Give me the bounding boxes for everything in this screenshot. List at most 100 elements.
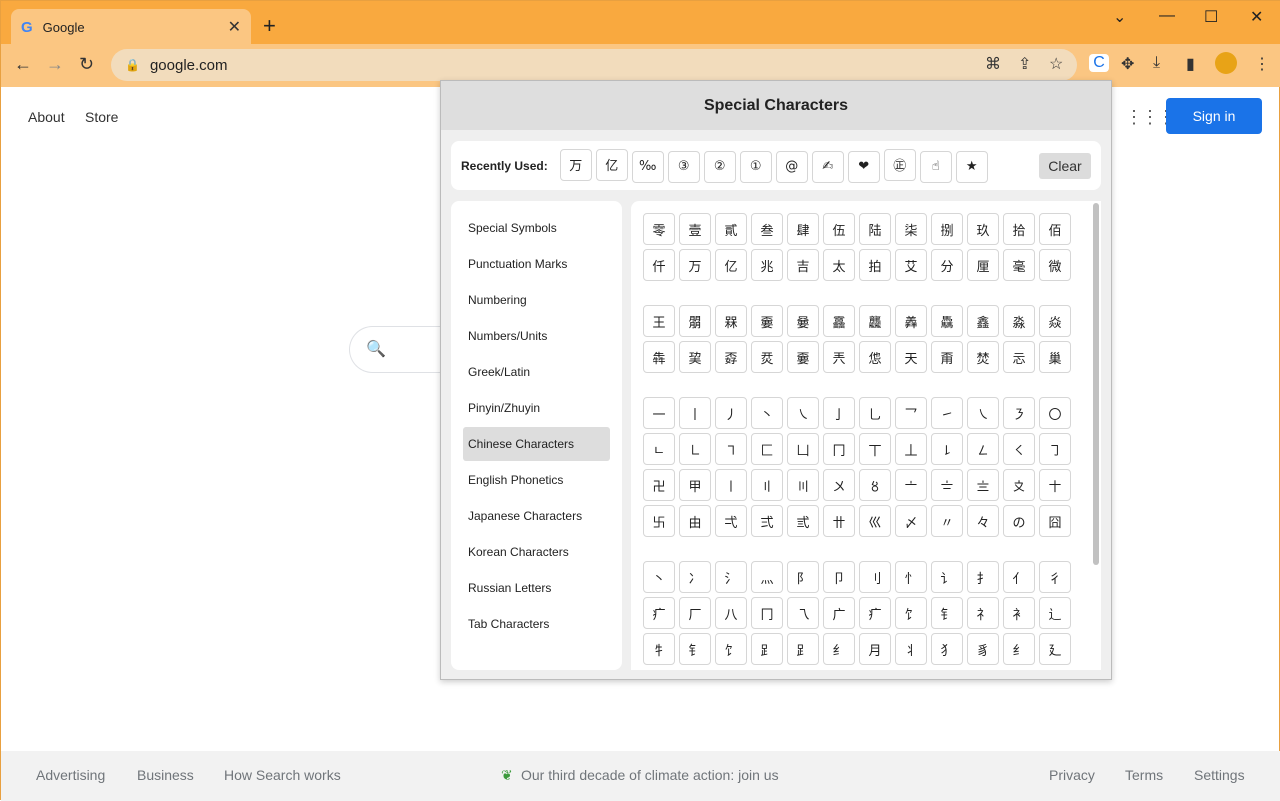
new-tab-button[interactable]: + xyxy=(263,13,276,39)
menu-item[interactable]: Pinyin/Zhuyin xyxy=(463,391,610,425)
char-button[interactable]: 由 xyxy=(679,505,711,537)
char-button[interactable]: 嫑 xyxy=(787,341,819,373)
char-button[interactable]: 广 xyxy=(823,597,855,629)
char-button[interactable]: 疒 xyxy=(643,597,675,629)
star-icon[interactable]: ☆ xyxy=(1049,54,1063,74)
char-button[interactable]: 陆 xyxy=(859,213,891,245)
char-button[interactable]: 八 xyxy=(715,597,747,629)
char-button[interactable]: 礻 xyxy=(967,597,999,629)
char-button[interactable]: 〩 xyxy=(1003,469,1035,501)
char-button[interactable]: 纟 xyxy=(1003,633,1035,665)
recent-char-button[interactable]: ☝ xyxy=(919,150,952,183)
char-button[interactable]: 万 xyxy=(679,249,711,281)
char-button[interactable]: 匚 xyxy=(751,433,783,465)
char-button[interactable]: 纟 xyxy=(823,633,855,665)
menu-icon[interactable]: ⋮ xyxy=(1254,54,1270,74)
char-button[interactable]: 天 xyxy=(895,341,927,373)
maximize-button[interactable]: ☐ xyxy=(1204,7,1218,27)
menu-item[interactable]: Special Symbols xyxy=(463,211,610,245)
char-button[interactable]: 刂 xyxy=(859,561,891,593)
close-tab-icon[interactable]: ✕ xyxy=(228,17,241,37)
char-button[interactable]: ㇋ xyxy=(1003,397,1035,429)
download-icon[interactable]: ⤓ xyxy=(1153,54,1160,72)
char-button[interactable]: 氵 xyxy=(715,561,747,593)
char-button[interactable]: ㇏ xyxy=(967,397,999,429)
char-button[interactable]: ㇏ xyxy=(787,397,819,429)
menu-item[interactable]: Punctuation Marks xyxy=(463,247,610,281)
char-button[interactable]: 〨 xyxy=(967,469,999,501)
char-button[interactable]: 甲 xyxy=(679,469,711,501)
char-button[interactable]: 〢 xyxy=(751,469,783,501)
char-button[interactable]: 嘦 xyxy=(787,305,819,337)
char-button[interactable]: 衤 xyxy=(1003,597,1035,629)
char-button[interactable]: 怹 xyxy=(859,341,891,373)
char-button[interactable]: 分 xyxy=(931,249,963,281)
char-button[interactable]: 丅 xyxy=(859,433,891,465)
char-button[interactable]: 讠 xyxy=(931,561,963,593)
char-button[interactable]: 微 xyxy=(1039,249,1071,281)
about-link[interactable]: About xyxy=(28,109,65,125)
char-button[interactable]: 钅 xyxy=(679,633,711,665)
address-bar[interactable]: 🔒 google.com xyxy=(111,49,1077,81)
char-button[interactable]: 王 xyxy=(643,305,675,337)
char-button[interactable]: 乚 xyxy=(859,397,891,429)
char-button[interactable]: 肆 xyxy=(787,213,819,245)
char-button[interactable]: 兆 xyxy=(751,249,783,281)
char-button[interactable]: 丨 xyxy=(679,397,711,429)
char-button[interactable]: 拍 xyxy=(859,249,891,281)
char-button[interactable]: 焱 xyxy=(1039,305,1071,337)
char-button[interactable]: 仟 xyxy=(643,249,675,281)
menu-item[interactable]: Tab Characters xyxy=(463,607,610,641)
char-button[interactable]: 柒 xyxy=(895,213,927,245)
char-button[interactable]: 零 xyxy=(643,213,675,245)
char-button[interactable]: 冂 xyxy=(823,433,855,465)
char-button[interactable]: 卍 xyxy=(643,469,675,501)
char-button[interactable]: 亅 xyxy=(823,397,855,429)
profile-avatar[interactable] xyxy=(1215,52,1237,74)
char-button[interactable]: 驫 xyxy=(931,305,963,337)
recent-char-button[interactable]: ② xyxy=(703,150,736,183)
char-button[interactable]: 羴 xyxy=(895,305,927,337)
char-button[interactable]: 亻 xyxy=(1003,561,1035,593)
char-button[interactable]: 月 xyxy=(859,633,891,665)
recent-char-button[interactable]: ★ xyxy=(955,150,988,183)
char-button[interactable]: 饣 xyxy=(895,597,927,629)
how-search-works-link[interactable]: How Search works xyxy=(224,767,341,783)
char-button[interactable]: 〣 xyxy=(787,469,819,501)
char-button[interactable]: 叁 xyxy=(751,213,783,245)
char-button[interactable]: 彳 xyxy=(1039,561,1071,593)
char-button[interactable]: 鑫 xyxy=(967,305,999,337)
char-button[interactable]: 扌 xyxy=(967,561,999,593)
menu-item[interactable]: Chinese Characters xyxy=(463,427,610,461)
char-button[interactable]: 丄 xyxy=(895,433,927,465)
menu-item[interactable]: Numbers/Units xyxy=(463,319,610,353)
char-button[interactable]: 巢 xyxy=(1039,341,1071,373)
menu-item[interactable]: Japanese Characters xyxy=(463,499,610,533)
char-button[interactable]: 弍 xyxy=(751,505,783,537)
business-link[interactable]: Business xyxy=(137,767,194,783)
char-button[interactable]: 忈 xyxy=(1003,341,1035,373)
char-button[interactable]: 厂 xyxy=(679,597,711,629)
char-button[interactable]: 饣 xyxy=(715,633,747,665)
recent-char-button[interactable]: 亿 xyxy=(595,148,628,181)
char-button[interactable]: 阝 xyxy=(787,561,819,593)
char-button[interactable]: 龘 xyxy=(859,305,891,337)
forward-button[interactable]: → xyxy=(46,54,64,75)
char-button[interactable]: 靐 xyxy=(823,305,855,337)
store-link[interactable]: Store xyxy=(85,109,118,125)
char-button[interactable]: 伍 xyxy=(823,213,855,245)
char-button[interactable]: 乛 xyxy=(895,397,927,429)
char-button[interactable]: 佰 xyxy=(1039,213,1071,245)
recent-char-button[interactable]: ① xyxy=(739,150,772,183)
char-button[interactable]: 焚 xyxy=(967,341,999,373)
char-button[interactable]: 卩 xyxy=(823,561,855,593)
browser-tab[interactable]: G Google ✕ xyxy=(11,9,251,45)
char-button[interactable]: 忄 xyxy=(895,561,927,593)
char-button[interactable]: 淼 xyxy=(1003,305,1035,337)
char-button[interactable]: 亿 xyxy=(715,249,747,281)
char-button[interactable]: 厘 xyxy=(967,249,999,281)
char-button[interactable]: 囧 xyxy=(1039,505,1071,537)
char-button[interactable]: ㇗ xyxy=(679,433,711,465)
recent-char-button[interactable]: ‰ xyxy=(631,150,664,183)
back-button[interactable]: ← xyxy=(14,54,32,75)
